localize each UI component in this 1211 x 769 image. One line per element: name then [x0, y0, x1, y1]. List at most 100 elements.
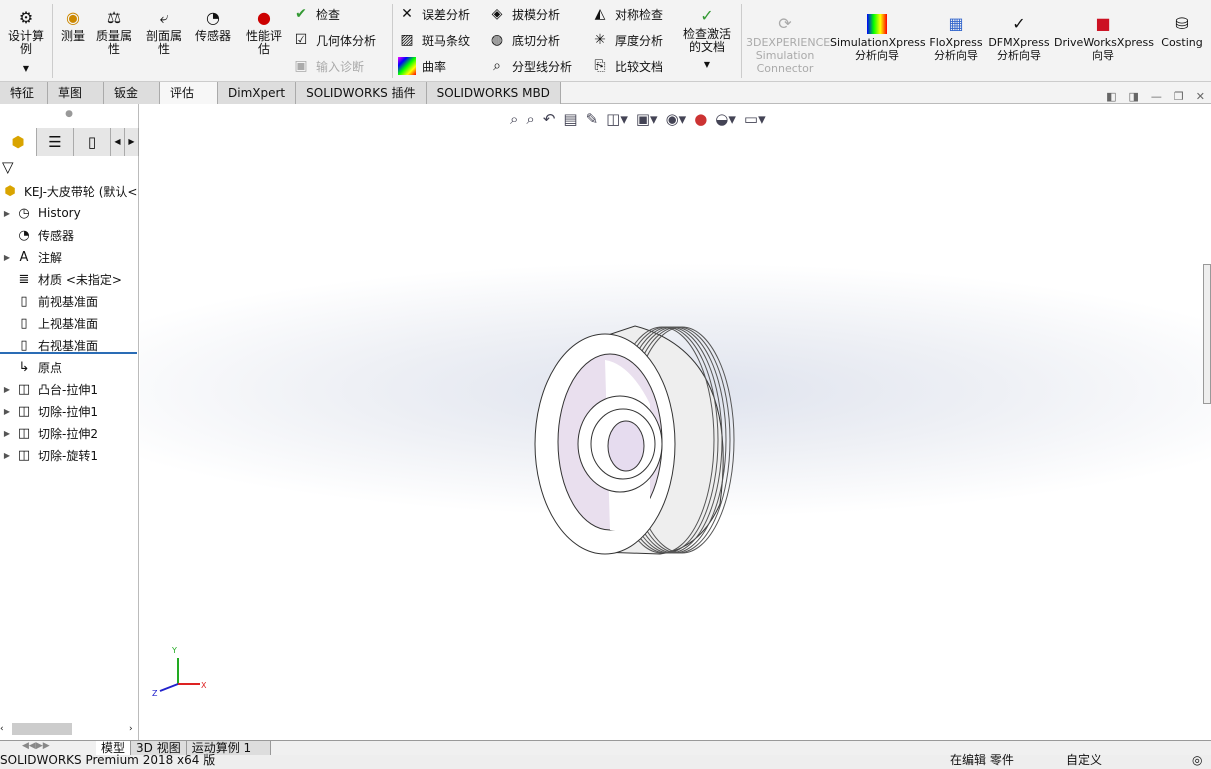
3dexperience-button[interactable]: ⟳ 3DEXPERIENCE Simulation Connector — [746, 14, 830, 75]
draft-button[interactable]: ◈ 拔模分析 — [488, 3, 560, 25]
check-active-button[interactable]: ✓ 检查激活的文档 ▼ — [680, 6, 734, 71]
feature-icon: ◫ — [17, 447, 31, 463]
section-icon: ⤶ — [159, 8, 169, 27]
prev-icon[interactable]: ◧ — [1106, 90, 1116, 103]
dfmxpress-button[interactable]: ✓ DFMXpress 分析向导 — [988, 14, 1050, 62]
deviation-button[interactable]: ✕ 误差分析 — [398, 3, 470, 25]
feature-icon: ◫ — [17, 381, 31, 397]
floxpress-button[interactable]: ▦ FloXpress 分析向导 — [928, 14, 984, 62]
expand-arrow-icon[interactable]: ▶ — [0, 451, 14, 460]
edit-appearance-icon[interactable]: ● — [694, 110, 707, 128]
tree-item-label: 前视基准面 — [38, 294, 99, 309]
feature-icon: ◫ — [17, 425, 31, 441]
tree-item[interactable]: ▯ 前视基准面 — [0, 290, 139, 312]
section-properties-button[interactable]: ⤶ 剖面属性 — [142, 8, 186, 56]
view-settings-icon[interactable]: ▭▾ — [744, 110, 766, 128]
previous-view-icon[interactable]: ↶ — [543, 110, 556, 128]
restore-icon[interactable]: ❐ — [1174, 90, 1184, 103]
expand-arrow-icon[interactable]: ▶ — [0, 209, 14, 218]
costing-button[interactable]: ⛁ Costing — [1158, 14, 1206, 49]
feature-tree-tab-icon[interactable]: ⬢ — [0, 128, 37, 156]
tree-item[interactable]: ≣ 材质 <未指定> — [0, 268, 139, 290]
zoom-to-fit-icon[interactable]: ⌕ — [510, 110, 518, 128]
check-button[interactable]: ✔ 检查 — [292, 3, 340, 25]
connector-icon: ⟳ — [778, 14, 792, 33]
view-orientation-icon[interactable]: ◫▾ — [606, 110, 628, 128]
scene-icon[interactable]: ◒▾ — [715, 110, 736, 128]
tree-root[interactable]: ⬢ KEJ-大皮带轮 (默认< — [0, 180, 139, 202]
zebra-button[interactable]: ▨ 斑马条纹 — [398, 29, 470, 51]
tab-evaluate[interactable]: 评估 — [160, 82, 218, 104]
expand-arrow-icon[interactable]: ▶ — [0, 253, 14, 262]
window-controls: ◧ ◨ — ❐ ✕ — [1106, 90, 1205, 103]
tree-item[interactable]: ▶ ◫ 凸台-拉伸1 — [0, 378, 139, 400]
close-icon[interactable]: ✕ — [1196, 90, 1205, 103]
panel-grip[interactable]: ● — [0, 104, 138, 124]
task-pane-tabs[interactable] — [1203, 264, 1211, 404]
horizontal-scrollbar[interactable]: ‹ › — [0, 722, 139, 736]
design-study-button[interactable]: ⚙ 设计算例 ▼ — [4, 8, 48, 75]
performance-button[interactable]: ● 性能评估 — [243, 8, 285, 56]
compare-button[interactable]: ⎘ 比较文档 — [591, 55, 663, 77]
scroll-left-icon[interactable]: ◀ — [111, 128, 125, 156]
property-manager-tab-icon[interactable]: ☰ — [37, 128, 74, 156]
tab-sketch[interactable]: 草图 — [48, 82, 104, 104]
parting-line-button[interactable]: ⌕ 分型线分析 — [488, 55, 572, 77]
undercut-button[interactable]: ◍ 底切分析 — [488, 29, 560, 51]
curvature-button[interactable]: 曲率 — [398, 55, 446, 77]
tree-item-label: History — [38, 206, 81, 220]
undercut-icon: ◍ — [490, 32, 504, 48]
tree-item-label: 传感器 — [38, 228, 75, 243]
tree-item[interactable]: ▶ A 注解 — [0, 246, 139, 268]
feature-icon: ◫ — [17, 403, 31, 419]
gauge-icon: ◔ — [206, 8, 220, 27]
tab-features[interactable]: 特征 — [0, 82, 48, 104]
graphics-area[interactable]: ⌕ ⌕ ↶ ▤ ✎ ◫▾ ▣▾ ◉▾ ● ◒▾ ▭▾ ◧ ◨ — ❐ ✕ Y X Z — [140, 90, 1211, 740]
tab-solidworks-addins[interactable]: SOLIDWORKS 插件 — [296, 82, 427, 104]
feature-icon: ▯ — [20, 337, 28, 353]
tab-dimxpert[interactable]: DimXpert — [218, 82, 297, 104]
configuration-manager-tab-icon[interactable]: ▯ — [74, 128, 111, 156]
import-diagnostics-button[interactable]: ▣ 输入诊断 — [292, 55, 364, 77]
tree-item[interactable]: ▶ ◫ 切除-旋转1 — [0, 444, 139, 466]
symmetry-button[interactable]: ◭ 对称检查 — [591, 3, 663, 25]
sensor-button[interactable]: ◔ 传感器 — [192, 8, 234, 43]
next-icon[interactable]: ◨ — [1129, 90, 1139, 103]
expand-arrow-icon[interactable]: ▶ — [0, 385, 14, 394]
geometry-check-icon: ☑ — [294, 32, 308, 48]
filter-icon[interactable]: ▽ — [2, 158, 14, 176]
expand-arrow-icon[interactable]: ▶ — [0, 429, 14, 438]
units-dropdown[interactable]: 自定义 — [1066, 751, 1102, 769]
scroll-right-icon[interactable]: ▶ — [125, 128, 139, 156]
z-axis-label: Z — [152, 689, 158, 698]
curvature-icon — [398, 57, 416, 75]
tree-item-label: 凸台-拉伸1 — [38, 382, 98, 397]
expand-arrow-icon[interactable]: ▶ — [0, 407, 14, 416]
pulley-model[interactable] — [530, 324, 740, 556]
tree-item[interactable]: ▶ ◫ 切除-拉伸2 — [0, 422, 139, 444]
measure-button[interactable]: ◉ 测量 — [58, 8, 88, 43]
geometry-analysis-button[interactable]: ☑ 几何体分析 — [292, 29, 376, 51]
mass-properties-button[interactable]: ⚖ 质量属性 — [92, 8, 136, 56]
tree-item[interactable]: ▶ ◷ History — [0, 202, 139, 224]
simulationxpress-button[interactable]: SimulationXpress 分析向导 — [830, 14, 926, 62]
section-view-icon[interactable]: ▤ — [563, 110, 577, 128]
draft-icon: ◈ — [491, 6, 503, 22]
driveworks-button[interactable]: ■ DriveWorksXpress 向导 — [1054, 14, 1154, 62]
tab-sheetmetal[interactable]: 钣金 — [104, 82, 160, 104]
feature-icon: ◷ — [18, 205, 30, 221]
hide-show-icon[interactable]: ◉▾ — [666, 110, 687, 128]
display-style-icon[interactable]: ▣▾ — [636, 110, 658, 128]
tree-item[interactable]: ▶ ◫ 切除-拉伸1 — [0, 400, 139, 422]
help-icon[interactable]: ◎ — [1192, 751, 1202, 769]
zoom-area-icon[interactable]: ⌕ — [526, 110, 534, 128]
minimize-icon[interactable]: — — [1151, 90, 1162, 103]
feature-manager-panel: ● ⬢ ☰ ▯ ◀ ▶ ▽ ⬢ KEJ-大皮带轮 (默认< ▶ ◷ History ◔ 传… — [0, 104, 139, 740]
tree-item[interactable]: ↳ 原点 — [0, 356, 139, 378]
tree-item[interactable]: ▯ 上视基准面 — [0, 312, 139, 334]
dynamic-annotation-icon[interactable]: ✎ — [586, 110, 599, 128]
tab-solidworks-mbd[interactable]: SOLIDWORKS MBD — [426, 82, 561, 104]
thickness-button[interactable]: ✳ 厚度分析 — [591, 29, 663, 51]
tree-item[interactable]: ◔ 传感器 — [0, 224, 139, 246]
tree-item-label: 切除-旋转1 — [38, 448, 98, 463]
